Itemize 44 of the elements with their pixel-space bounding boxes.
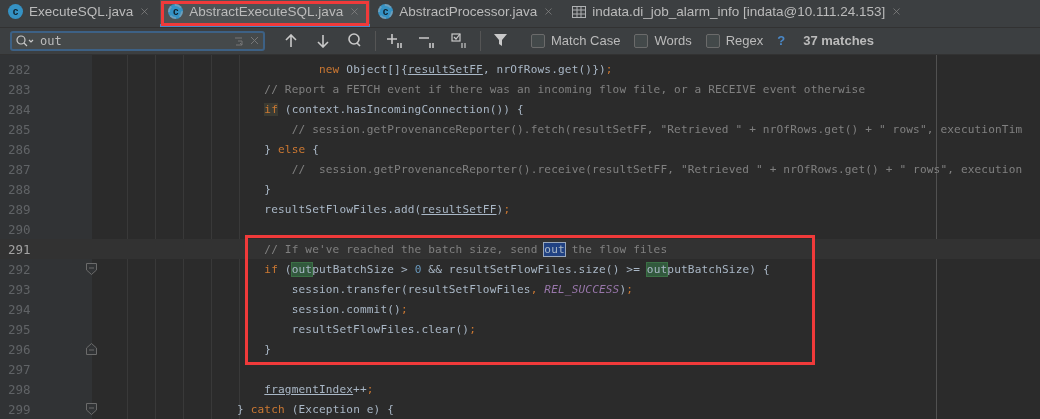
help-link[interactable]: ? (777, 33, 786, 49)
close-icon[interactable] (543, 6, 555, 18)
add-occurrence-button[interactable] (387, 31, 405, 50)
code-line: if (outputBatchSize > 0 && resultSetFlowFiles.size() >= outputBatchSize) { (263, 262, 770, 276)
editor-tab[interactable]: indata.di_job_alarm_info [indata@10.111.24.153] (564, 0, 913, 27)
code-line: session.commit(); (290, 302, 408, 316)
editor-tab[interactable]: c ExecuteSQL.java (0, 0, 161, 27)
table-icon (572, 5, 587, 18)
line-number: 291 (7, 241, 32, 257)
class-icon: c (8, 4, 23, 20)
code-line: new Object[]{resultSetFF, nrOfRows.get()}); (317, 62, 613, 76)
select-all-occurrences-button[interactable] (451, 31, 469, 50)
code-line: // session.getProvenanceReporter().receive(resultSetFF, "Retrieved " + nrOfRows.get() + " rows", execution (290, 162, 1023, 176)
abstract-class-icon: c (168, 4, 184, 20)
search-field[interactable]: out (40, 33, 228, 48)
close-icon[interactable] (891, 6, 903, 18)
option-checkbox[interactable]: Regex (705, 33, 764, 49)
editor-tab[interactable]: c AbstractProcessor.java (370, 0, 565, 27)
fold-icon[interactable] (86, 263, 97, 275)
code-line: } (263, 342, 272, 356)
code-line: session.transfer(resultSetFlowFiles, REL_SUCCESS); (290, 282, 634, 296)
code-line: } catch (Exception e) { (237, 402, 395, 416)
search-box[interactable]: out (10, 30, 265, 51)
code-line: // session.getProvenanceReporter().fetch(resultSetFF, "Retrieved " + nrOfRows.get() + " rows", executionTim (290, 122, 1023, 136)
code-line: if (context.hasIncomingConnection()) { (263, 102, 524, 116)
fold-icon[interactable] (86, 403, 97, 415)
option-checkbox[interactable]: Match Case (531, 33, 621, 49)
editor-tab[interactable]: c AbstractExecuteSQL.java (160, 0, 371, 27)
code-line: resultSetFlowFiles.clear(); (290, 322, 477, 336)
code-line: resultSetFlowFiles.add(resultSetFF); (263, 202, 511, 216)
clear-icon[interactable] (250, 36, 259, 46)
search-icon (16, 34, 34, 47)
code-line: // If we've reached the batch size, send out the flow files (263, 242, 668, 256)
close-icon[interactable] (349, 6, 361, 18)
code-line: } else { (263, 142, 319, 156)
abstract-class-icon: c (378, 4, 394, 20)
code-line: fragmentIndex++; (263, 382, 374, 396)
option-checkbox[interactable]: Words (634, 33, 692, 49)
code-line: } (263, 182, 272, 196)
code-line: // Report a FETCH event if there was an incoming flow file, or a RECEIVE event otherwise (263, 82, 866, 96)
close-icon[interactable] (139, 6, 151, 18)
fold-icon[interactable] (86, 343, 97, 355)
new-line-icon[interactable] (234, 34, 244, 47)
match-count: 37 matches (803, 33, 875, 49)
